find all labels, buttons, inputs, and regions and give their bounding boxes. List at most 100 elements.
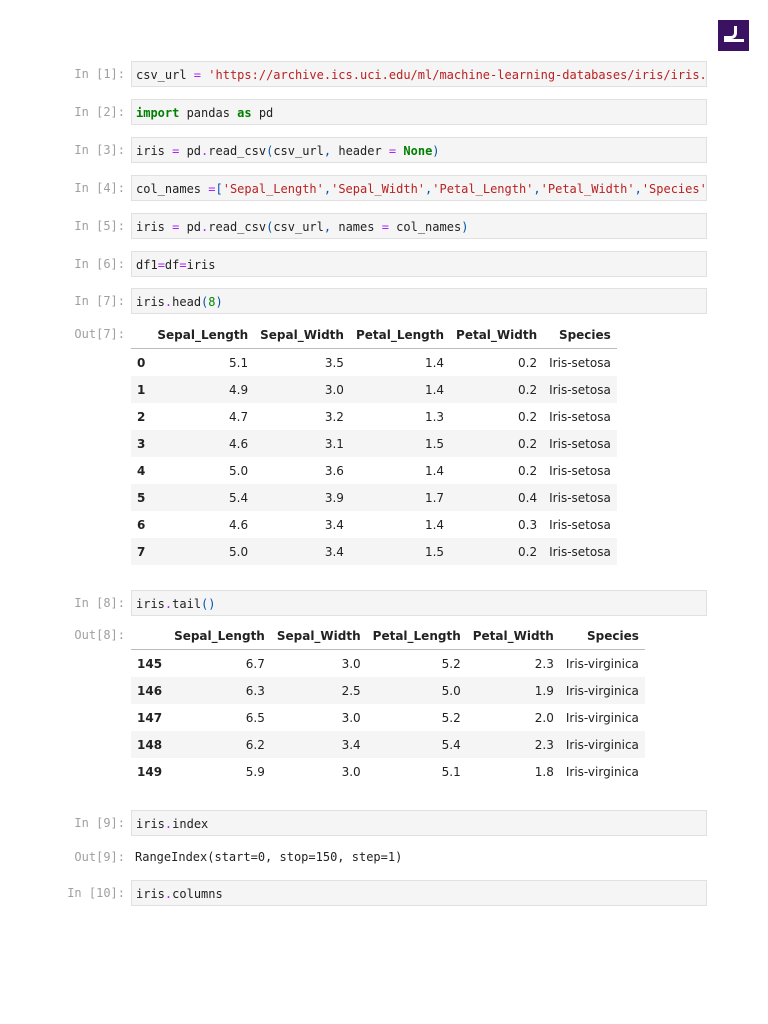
- table-cell: 3.9: [324, 490, 344, 505]
- code-token: csv_url: [136, 68, 194, 82]
- code-cell-input[interactable]: iris = pd.read_csv(csv_url, names = col_…: [131, 213, 707, 239]
- column-header: Sepal_Length: [151, 321, 255, 349]
- table-row: 147 6.5 3.0 5.2 2.0 Iris-virginica: [131, 704, 645, 731]
- code-token: iris: [136, 887, 165, 901]
- code-token: head: [172, 295, 202, 309]
- table-cell: 1.4: [424, 382, 445, 397]
- table-cell: Iris-virginica: [565, 737, 639, 752]
- code-token: iris: [136, 144, 173, 158]
- code-token: index: [172, 817, 209, 831]
- code-token: header: [331, 144, 389, 158]
- code-cell-input[interactable]: iris.columns: [131, 880, 707, 906]
- row-index: 146: [137, 683, 163, 698]
- column-header: Petal_Length: [366, 622, 467, 650]
- code-token: iris: [136, 220, 173, 234]
- table-cell: 5.4: [229, 490, 249, 505]
- code-token: iris: [136, 597, 165, 611]
- table-cell: 1.4: [424, 463, 445, 478]
- input-prompt: In [5]:: [74, 219, 125, 233]
- table-cell: 3.0: [324, 382, 344, 397]
- row-index: 7: [137, 544, 146, 559]
- table-row: 146 6.3 2.5 5.0 1.9 Iris-virginica: [131, 677, 645, 704]
- input-prompt: In [10]:: [67, 886, 125, 900]
- code-token: read_csv: [208, 144, 267, 158]
- code-token: ): [432, 144, 440, 158]
- code-cell-input[interactable]: iris.head(8): [131, 288, 707, 314]
- code-token: 8: [208, 295, 216, 309]
- input-prompt: In [2]:: [74, 105, 125, 119]
- table-cell: 2.3: [534, 656, 554, 671]
- code-token: 'Petal_Width': [540, 182, 635, 196]
- table-row: 148 6.2 3.4 5.4 2.3 Iris-virginica: [131, 731, 645, 758]
- column-header: Sepal_Width: [270, 622, 367, 650]
- column-header: Petal_Width: [466, 622, 560, 650]
- code-token: ,: [634, 182, 642, 196]
- table-cell: Iris-virginica: [565, 710, 639, 725]
- row-index: 5: [137, 490, 146, 505]
- table-cell: 1.8: [534, 764, 554, 779]
- code-token: [: [215, 182, 223, 196]
- row-index: 147: [137, 710, 163, 725]
- row-index: 148: [137, 737, 163, 752]
- table-cell: Iris-virginica: [565, 764, 639, 779]
- table-row: 2 4.7 3.2 1.3 0.2 Iris-setosa: [131, 403, 617, 430]
- code-cell-input[interactable]: iris = pd.read_csv(csv_url, header = Non…: [131, 137, 707, 163]
- column-header: [131, 622, 169, 650]
- input-prompt: In [3]:: [74, 143, 125, 157]
- table-row: 4 5.0 3.6 1.4 0.2 Iris-setosa: [131, 457, 617, 484]
- table-cell: 0.2: [518, 409, 538, 424]
- table-cell: 4.7: [229, 409, 249, 424]
- table-cell: 1.7: [424, 490, 445, 505]
- row-index: 149: [137, 764, 163, 779]
- table-row: 6 4.6 3.4 1.4 0.3 Iris-setosa: [131, 511, 617, 538]
- table-row: 149 5.9 3.0 5.1 1.8 Iris-virginica: [131, 758, 645, 785]
- table-row: 1 4.9 3.0 1.4 0.2 Iris-setosa: [131, 376, 617, 403]
- row-index: 3: [137, 436, 146, 451]
- code-token: columns: [172, 887, 223, 901]
- table-cell: 1.5: [424, 544, 445, 559]
- code-token: iris: [136, 817, 165, 831]
- code-cell-input[interactable]: csv_url = 'https://archive.ics.uci.edu/m…: [131, 61, 707, 87]
- code-cell-input[interactable]: df1=df=iris: [131, 251, 707, 277]
- table-cell: 3.0: [341, 710, 361, 725]
- table-cell: 6.3: [245, 683, 265, 698]
- code-cell-input[interactable]: iris.tail(): [131, 590, 707, 616]
- table-cell: 3.0: [341, 764, 361, 779]
- code-token: =: [381, 220, 389, 234]
- table-cell: Iris-setosa: [549, 436, 611, 451]
- table-cell: 2.5: [341, 683, 361, 698]
- code-token: =: [157, 258, 165, 272]
- input-prompt: In [7]:: [74, 294, 125, 308]
- code-token: pd: [179, 220, 202, 234]
- code-token: import: [136, 106, 180, 120]
- table-header-row: Sepal_Length Sepal_Width Petal_Length Petal…: [131, 622, 645, 650]
- row-index: 4: [137, 463, 146, 478]
- table-row: 3 4.6 3.1 1.5 0.2 Iris-setosa: [131, 430, 617, 457]
- code-token: pd: [179, 144, 202, 158]
- table-cell: 1.9: [534, 683, 554, 698]
- code-token: ): [461, 220, 469, 234]
- code-token: 'Petal_Length': [432, 182, 534, 196]
- table-cell: 1.4: [424, 355, 445, 370]
- table-row: 7 5.0 3.4 1.5 0.2 Iris-setosa: [131, 538, 617, 565]
- table-cell: 3.5: [324, 355, 344, 370]
- column-header: Sepal_Width: [254, 321, 350, 349]
- code-token: names: [331, 220, 382, 234]
- table-cell: 3.0: [341, 656, 361, 671]
- output-prompt: Out[7]:: [74, 327, 125, 341]
- table-cell: 3.6: [324, 463, 344, 478]
- row-index: 1: [137, 382, 146, 397]
- table-cell: 1.5: [424, 436, 445, 451]
- input-prompt: In [6]:: [74, 257, 125, 271]
- table-cell: 5.0: [441, 683, 461, 698]
- table-cell: 0.3: [518, 517, 538, 532]
- code-cell-input[interactable]: col_names =['Sepal_Length','Sepal_Width'…: [131, 175, 707, 201]
- code-cell-input[interactable]: import pandas as pd: [131, 99, 707, 125]
- code-cell-input[interactable]: iris.index: [131, 810, 707, 836]
- table-cell: Iris-setosa: [549, 382, 611, 397]
- code-token: ): [215, 295, 223, 309]
- code-token: (): [201, 597, 216, 611]
- table-cell: 0.4: [518, 490, 538, 505]
- table-cell: 5.2: [441, 656, 461, 671]
- code-token: pd: [251, 106, 274, 120]
